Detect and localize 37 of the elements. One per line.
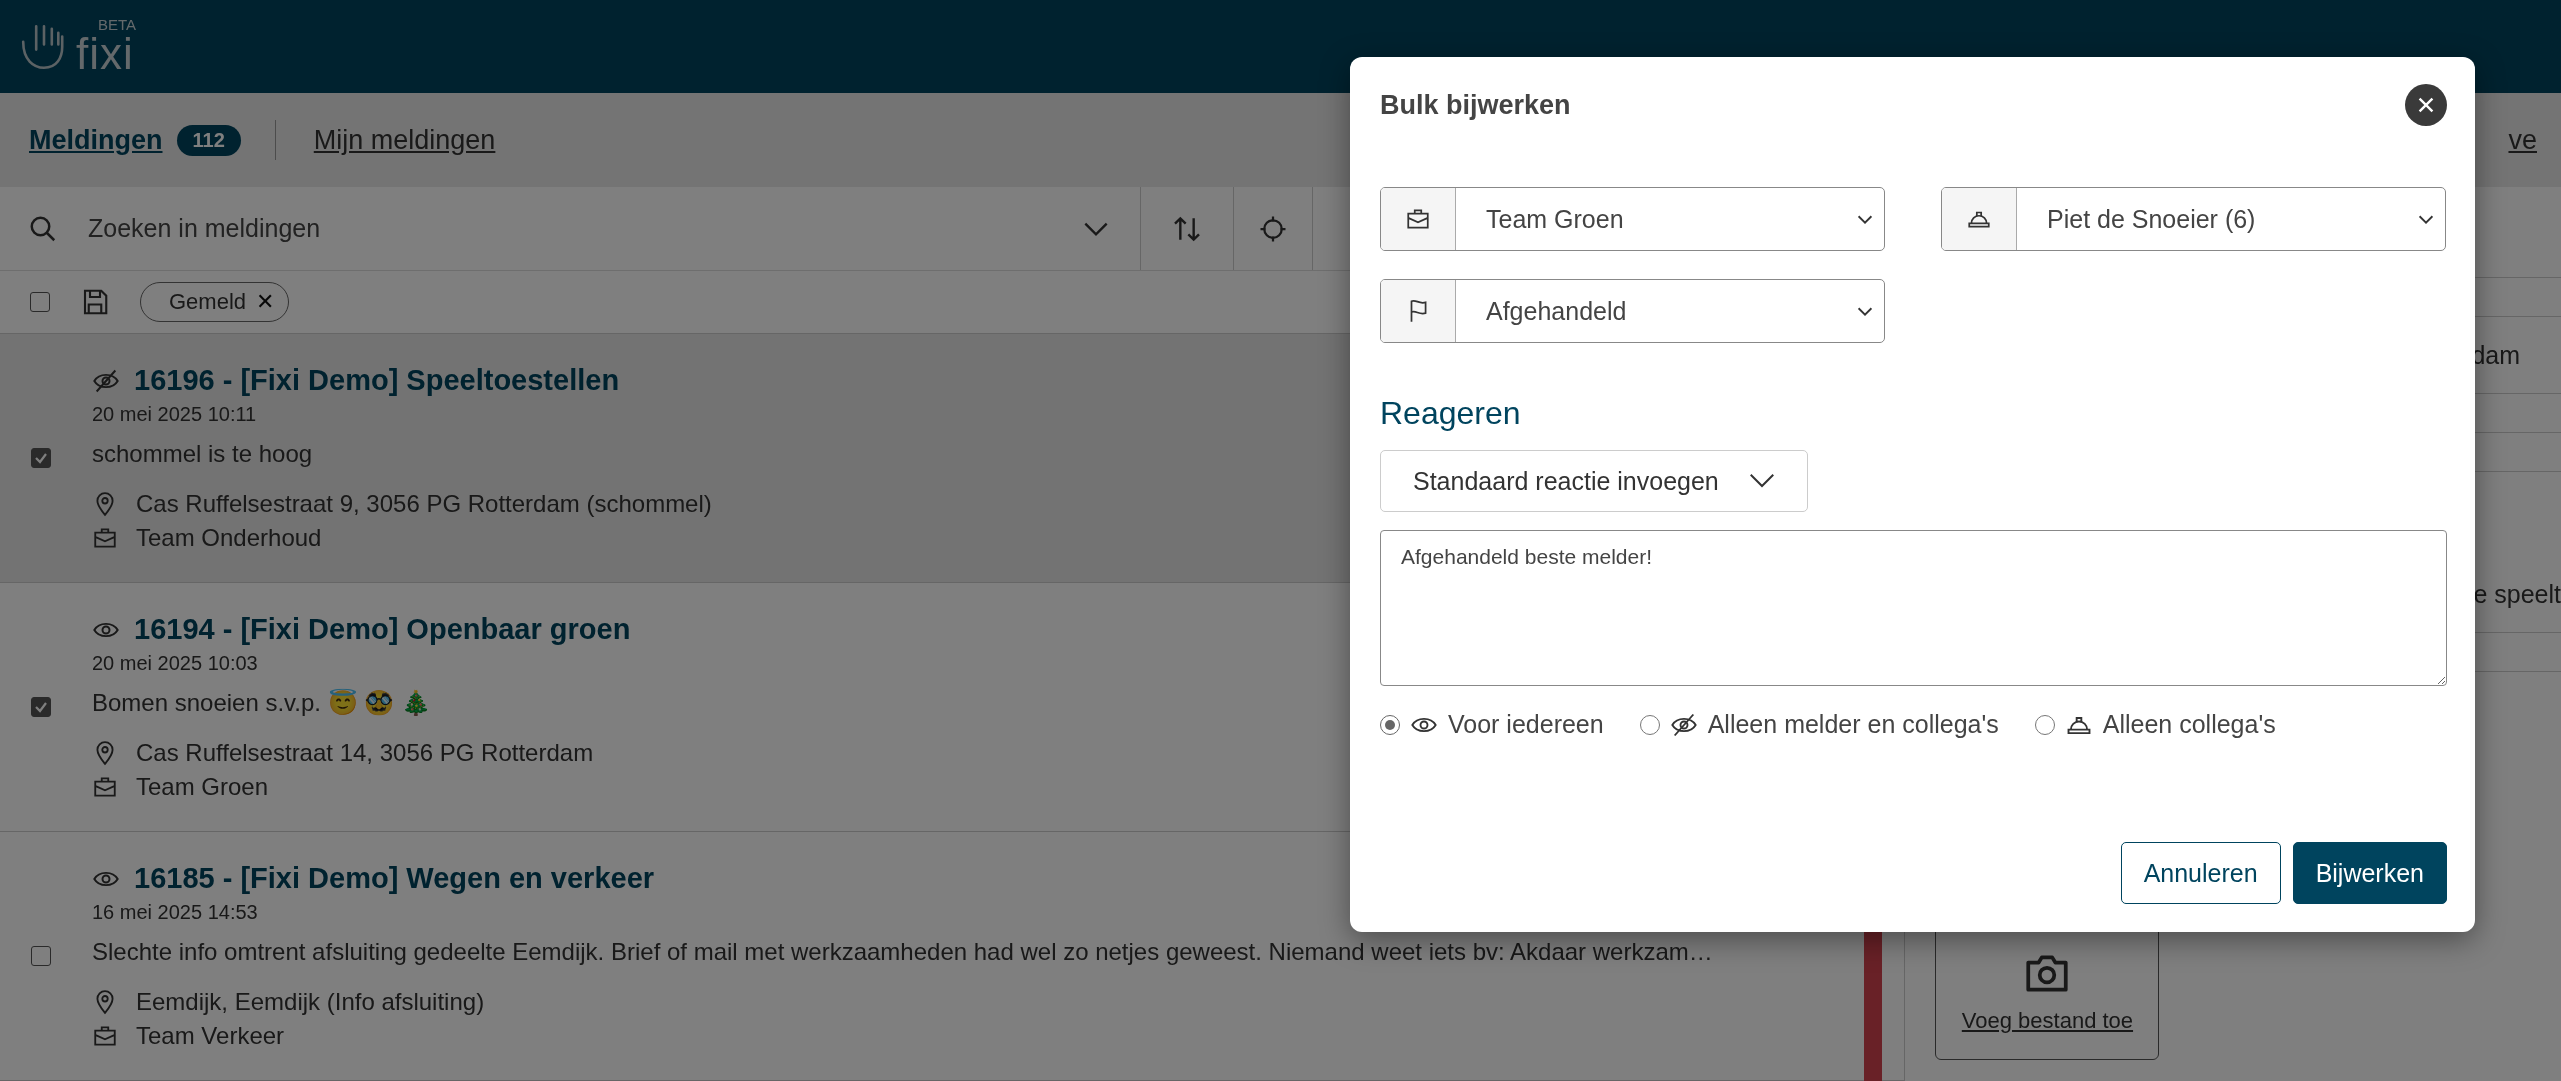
header-link[interactable]: ve [2508,124,2537,156]
tab[interactable]: Mijn meldingen [313,124,496,156]
report-location: Eemdijk, Eemdijk (Info afsluiting) [136,988,485,1016]
modal-title: Bulk bijwerken [1380,89,1571,121]
report-team: Team Verkeer [136,1022,285,1050]
radio-label: Alleen collega's [2102,710,2276,739]
report-description: Bomen snoeien s.v.p. 😇 🥸 🎄 [92,689,433,717]
report-title[interactable]: 16194 - [Fixi Demo] Openbaar groen [134,613,631,646]
section-title: Reageren [1380,395,1522,432]
select-field[interactable]: Piet de Snoeier (6) [1941,187,2446,251]
report-date: 16 mei 2025 14:53 [92,901,259,924]
report-description: Slechte info omtrent afsluiting gedeelte Eemdijk. Brief of mail met werkzaamheden had wel zo netjes geweest. Niemand weet iets bv: Akdaar werkzam… [92,938,1713,966]
radio-label: Voor iedereen [1448,710,1604,739]
report-date: 20 mei 2025 10:03 [92,652,259,675]
report-title[interactable]: 16196 - [Fixi Demo] Speeltoestellen [134,364,620,397]
select-field[interactable]: Team Groen [1380,187,1885,251]
report-team: Team Onderhoud [136,524,322,552]
logo-text: fixi [76,32,134,76]
report-description: schommel is te hoog [92,440,314,468]
report-team: Team Groen [136,773,269,801]
chip-label: Gemeld [169,289,247,315]
report-date: 20 mei 2025 10:11 [92,403,258,426]
logo-label: BETA [97,17,137,32]
count-badge: 112 [176,124,241,156]
search-field[interactable]: Zoeken in meldingen [86,213,1030,244]
cancel-button[interactable]: Annuleren [2120,842,2281,904]
report-location: Cas Ruffelsestraat 14, 3056 PG Rotterdam [136,739,594,767]
submit-button[interactable]: Bijwerken [2292,842,2447,904]
tab[interactable]: Meldingen [29,124,163,156]
remove-icon[interactable]: ✕ [256,289,275,315]
upload-link[interactable]: Voeg bestand toe [1961,1008,2134,1034]
reply-field[interactable]: Afgehandeld beste melder! [1380,530,2447,686]
report-title[interactable]: 16185 - [Fixi Demo] Wegen en verkeer [134,862,655,895]
detail-text: e speelt [2473,580,2561,609]
template-dropdown[interactable]: Standaard reactie invoegen [1380,450,1808,512]
report-location: Cas Ruffelsestraat 9, 3056 PG Rotterdam (schommel) [136,490,712,518]
select-field[interactable]: Afgehandeld [1380,279,1885,343]
